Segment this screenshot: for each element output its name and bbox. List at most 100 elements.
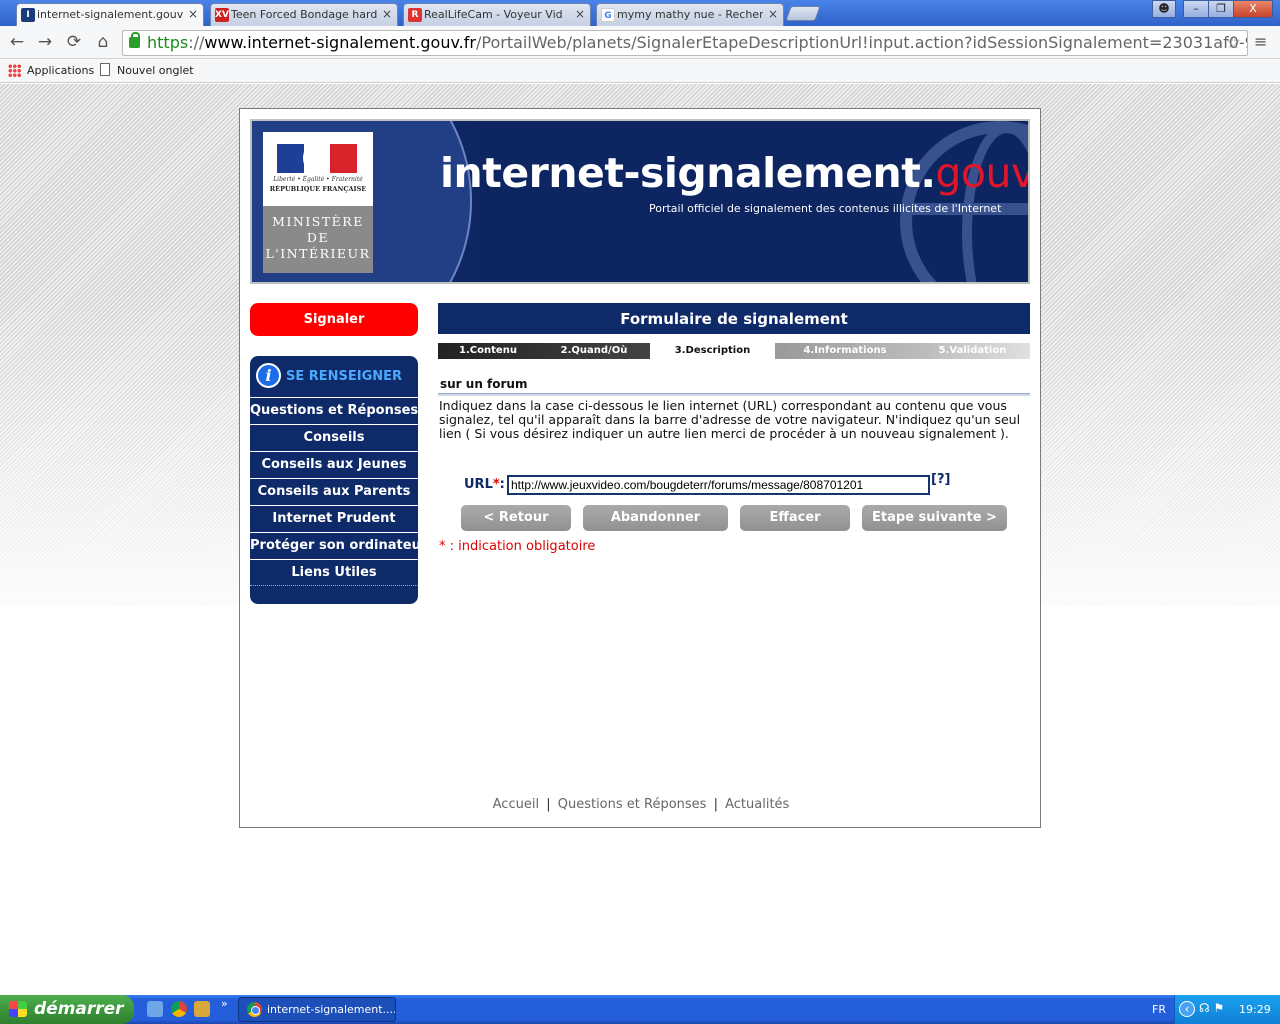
sidebar-item-conseils-jeunes[interactable]: Conseils aux Jeunes (250, 451, 418, 478)
tab-close-icon[interactable]: × (188, 4, 198, 25)
web-page: Liberté • Égalité • Fraternité RÉPUBLIQU… (0, 84, 1280, 995)
new-tab-button[interactable] (785, 6, 821, 21)
start-label: démarrer (34, 999, 124, 1019)
site-title: internet-signalement.gouv.fr (440, 149, 1028, 197)
url-input[interactable]: http://www.jeuxvideo.com/bougdeterr/foru… (507, 475, 930, 495)
tab-close-icon[interactable]: × (768, 4, 778, 25)
url-separator: :// (188, 33, 205, 52)
lock-icon (129, 32, 140, 48)
windows-logo-icon (9, 1001, 27, 1017)
republic-motto: Liberté • Égalité • Fraternité (273, 176, 363, 183)
sidebar-item-liens-utiles[interactable]: Liens Utiles (250, 559, 418, 586)
google-favicon-icon: G (601, 8, 615, 22)
home-icon[interactable]: ⌂ (92, 32, 114, 54)
footer-link-accueil[interactable]: Accueil (493, 797, 539, 812)
browser-tab-strip: I internet-signalement.gouv.fr × XV Teen… (0, 0, 1280, 26)
info-icon: i (256, 363, 281, 388)
flag-red (330, 144, 358, 173)
user-icon[interactable]: ☻ (1152, 0, 1176, 18)
url-label-colon: : (499, 477, 505, 492)
footer-separator: | (713, 797, 718, 812)
site-banner: Liberté • Égalité • Fraternité RÉPUBLIQU… (250, 119, 1030, 284)
minimize-button[interactable]: – (1183, 0, 1209, 18)
tab-internet-signalement[interactable]: I internet-signalement.gouv.fr × (16, 3, 204, 26)
signaler-button[interactable]: Signaler (250, 303, 418, 336)
tray-expand-icon[interactable]: ‹ (1179, 1001, 1195, 1017)
taskbar-window-chrome[interactable]: internet-signalement.... (238, 997, 396, 1022)
taskbar-window-label: internet-signalement.... (267, 1003, 396, 1016)
bookmark-star-icon[interactable]: ☆ (1226, 31, 1241, 55)
section-title: sur un forum (440, 377, 528, 391)
sidebar-item-conseils-parents[interactable]: Conseils aux Parents (250, 478, 418, 505)
form-instructions: Indiquez dans la case ci-dessous le lien… (439, 398, 1021, 441)
step-validation: 5.Validation (938, 345, 1007, 356)
bookmark-applications[interactable]: Applications (27, 64, 94, 77)
footer-link-questions[interactable]: Questions et Réponses (558, 797, 707, 812)
page-icon (100, 63, 110, 76)
close-window-button[interactable]: X (1233, 0, 1273, 18)
bookmark-new-tab[interactable]: Nouvel onglet (117, 64, 194, 77)
step-contenu: 1.Contenu (459, 345, 517, 356)
sidebar-title: SE RENSEIGNER (286, 369, 403, 384)
app-quicklaunch-icon[interactable] (194, 1001, 210, 1017)
page-container: Liberté • Égalité • Fraternité RÉPUBLIQU… (239, 108, 1041, 828)
republique-francaise: RÉPUBLIQUE FRANÇAISE (269, 185, 367, 193)
step-description: 3.Description (650, 343, 775, 359)
site-subtitle: Portail officiel de signalement des cont… (649, 202, 1002, 215)
sidebar-item-proteger-ordinateur[interactable]: Protéger son ordinateur (250, 532, 427, 559)
reload-icon[interactable]: ⟳ (63, 32, 85, 54)
flag-blue (277, 144, 304, 173)
tab-google-search[interactable]: G mymy mathy nue - Recherch × (596, 3, 784, 26)
section-divider (438, 393, 1030, 396)
url-domain: www.internet-signalement.gouv.fr (204, 33, 476, 52)
abandonner-button[interactable]: Abandonner (583, 505, 728, 531)
tab-close-icon[interactable]: × (382, 4, 392, 25)
marianne-icon (303, 142, 329, 174)
footer-link-actualites[interactable]: Actualités (725, 797, 789, 812)
system-tray: ‹ ☊ ⚑ 19:29 (1174, 995, 1280, 1024)
browser-toolbar: ← → ⟳ ⌂ https://www.internet-signalement… (0, 26, 1280, 59)
ministry-logo[interactable]: Liberté • Égalité • Fraternité RÉPUBLIQU… (263, 132, 373, 273)
start-button[interactable]: démarrer (0, 995, 134, 1024)
tab-label: internet-signalement.gouv.fr (37, 8, 183, 21)
ie-quicklaunch-icon[interactable] (147, 1001, 163, 1017)
sidebar-item-internet-prudent[interactable]: Internet Prudent (250, 505, 418, 532)
etape-suivante-button[interactable]: Etape suivante > (862, 505, 1007, 531)
sidebar-se-renseigner: i SE RENSEIGNER Questions et Réponses Co… (250, 356, 427, 604)
tab-close-icon[interactable]: × (575, 4, 585, 25)
quicklaunch-more-icon[interactable]: » (221, 997, 228, 1010)
back-arrow-icon[interactable]: ← (6, 32, 28, 54)
form-title: Formulaire de signalement (438, 303, 1030, 335)
ministry-line-2: DE (306, 230, 330, 245)
effacer-button[interactable]: Effacer (740, 505, 850, 531)
site-title-main: internet-signalement (440, 149, 921, 197)
chrome-quicklaunch-icon[interactable] (171, 1001, 187, 1017)
chrome-menu-icon[interactable]: ≡ (1254, 32, 1267, 51)
maximize-button[interactable]: ❐ (1208, 0, 1234, 18)
footer-separator: | (546, 797, 551, 812)
sidebar-header: i SE RENSEIGNER (250, 356, 418, 396)
tray-status-icons[interactable]: ☊ ⚑ (1199, 1001, 1224, 1015)
apps-grid-icon[interactable] (8, 64, 21, 77)
sidebar-item-conseils[interactable]: Conseils (250, 424, 418, 451)
tab-teen-forced[interactable]: XV Teen Forced Bondage hardco × (210, 3, 398, 26)
ministry-line-3: L'INTÉRIEUR (265, 246, 371, 261)
help-link[interactable]: [?] (931, 472, 950, 487)
forward-arrow-icon[interactable]: → (34, 32, 56, 54)
tab-label: mymy mathy nue - Recherch (617, 8, 763, 21)
clock[interactable]: 19:29 (1239, 1003, 1271, 1016)
url-label-text: URL (464, 477, 493, 492)
retour-button[interactable]: < Retour (461, 505, 571, 531)
xv-favicon-icon: XV (215, 8, 229, 22)
ministry-name: MINISTÈRE DE L'INTÉRIEUR (263, 206, 373, 273)
sidebar-item-questions-reponses[interactable]: Questions et Réponses (250, 397, 418, 424)
url-field-label: URL*: (464, 477, 505, 492)
site-title-dot: . (920, 149, 936, 197)
page-footer: Accueil | Questions et Réponses | Actual… (240, 797, 1042, 812)
tab-label: Teen Forced Bondage hardco (231, 8, 377, 21)
site-favicon-icon: I (21, 8, 35, 22)
language-indicator[interactable]: FR (1152, 1003, 1166, 1016)
url-path: /PortailWeb/planets/SignalerEtapeDescrip… (475, 33, 1247, 52)
tab-reallifecam[interactable]: R RealLifeCam - Voyeur Vid × (403, 3, 591, 26)
address-bar[interactable]: https://www.internet-signalement.gouv.fr… (122, 30, 1248, 56)
